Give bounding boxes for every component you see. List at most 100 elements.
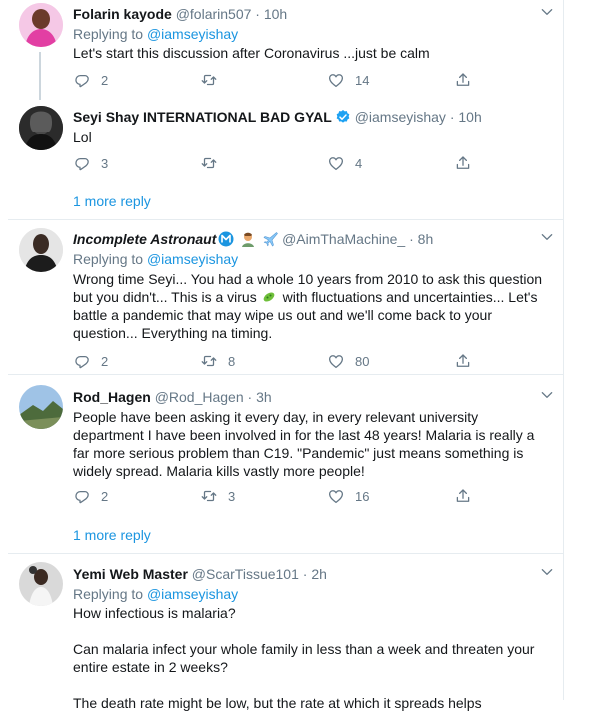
tweet-text-line: but you didn't... This is a virus	[73, 289, 257, 305]
tweet-text-line: question... Everything na timing.	[73, 325, 273, 341]
tweet-seyi-shay[interactable]: Seyi Shay INTERNATIONAL BAD GYAL @iamsey…	[8, 100, 563, 220]
reply-button[interactable]: 2	[73, 351, 108, 371]
timestamp[interactable]: 2h	[311, 566, 327, 582]
chevron-down-icon[interactable]	[539, 229, 555, 245]
like-button[interactable]: 16	[327, 486, 369, 506]
reply-button[interactable]: 2	[73, 70, 108, 90]
retweet-count: 3	[228, 488, 236, 504]
retweet-button[interactable]	[200, 70, 228, 90]
thread-line	[39, 52, 41, 100]
share-button[interactable]	[454, 486, 472, 506]
reply-icon	[73, 154, 91, 172]
reply-count: 2	[101, 353, 109, 369]
like-button[interactable]: 4	[327, 153, 362, 173]
reply-count: 2	[101, 72, 109, 88]
tweet-actions: 3 4	[73, 153, 493, 173]
tweet-text-line: Can malaria infect your whole family in …	[73, 641, 535, 657]
share-button[interactable]	[454, 70, 472, 90]
retweet-button[interactable]: 3	[200, 486, 235, 506]
show-more-replies-link[interactable]: 1 more reply	[73, 193, 151, 209]
timestamp[interactable]: 3h	[256, 389, 272, 405]
like-count: 14	[355, 72, 370, 88]
replying-to-label: Replying to	[73, 26, 144, 42]
replying-to-label: Replying to	[73, 586, 144, 602]
avatar[interactable]	[19, 3, 63, 47]
tweet-text-line: People have been asking it every day, in…	[73, 409, 479, 425]
like-icon	[327, 352, 345, 370]
replying-to-label: Replying to	[73, 251, 144, 267]
tweet-incomplete-astronaut[interactable]: Incomplete Astronaut @AimThaMachine_ · 8…	[8, 220, 563, 375]
airplane-emoji-icon	[263, 232, 279, 247]
retweet-button[interactable]	[200, 153, 228, 173]
reply-count: 2	[101, 488, 109, 504]
replying-to: Replying to @iamseyishay	[73, 25, 238, 43]
reply-icon	[73, 71, 91, 89]
letter-m-emoji-icon	[218, 231, 234, 247]
share-icon	[454, 487, 472, 505]
avatar[interactable]	[19, 562, 63, 606]
share-icon	[454, 71, 472, 89]
mention-link[interactable]: @iamseyishay	[147, 251, 238, 267]
separator-dot: ·	[449, 109, 455, 125]
author-handle[interactable]: @Rod_Hagen	[155, 389, 244, 405]
chevron-down-icon[interactable]	[539, 4, 555, 20]
chevron-down-icon[interactable]	[539, 387, 555, 403]
tweet-actions: 2 3 16	[73, 486, 493, 506]
author-name[interactable]: Folarin kayode	[73, 6, 172, 22]
tweet-text: People have been asking it every day, in…	[73, 408, 553, 480]
timestamp[interactable]: 8h	[418, 231, 434, 247]
tweet-text-line: Wrong time Seyi... You had a whole 10 ye…	[73, 271, 543, 287]
author-handle[interactable]: @folarin507	[176, 6, 252, 22]
tweet-text-line: entire estate in 2 weeks?	[73, 659, 228, 675]
author-name[interactable]: Seyi Shay INTERNATIONAL BAD GYAL	[73, 109, 332, 125]
chevron-down-icon[interactable]	[539, 564, 555, 580]
timestamp[interactable]: 10h	[458, 109, 481, 125]
like-icon	[327, 154, 345, 172]
replies-feed: Folarin kayode @folarin507 · 10h Replyin…	[8, 0, 564, 711]
tweet-rod-hagen[interactable]: Rod_Hagen @Rod_Hagen · 3h People have be…	[8, 375, 563, 550]
tweet-text-line: widely spread. Malaria kills vastly more…	[73, 463, 365, 479]
show-more-replies-link[interactable]: 1 more reply	[73, 527, 151, 543]
avatar[interactable]	[19, 385, 63, 429]
retweet-icon	[200, 487, 218, 505]
like-icon	[327, 487, 345, 505]
tweet-text-line: The death rate might be low, but the rat…	[73, 695, 482, 711]
mention-link[interactable]: @iamseyishay	[147, 586, 238, 602]
tweet-text: How infectious is malaria? Can malaria i…	[73, 604, 553, 712]
author-handle[interactable]: @AimThaMachine_	[282, 231, 405, 247]
tweet-yemi-web-master[interactable]: Yemi Web Master @ScarTissue101 · 2h Repl…	[8, 554, 563, 711]
avatar[interactable]	[19, 106, 63, 150]
tweet-text: Let's start this discussion after Corona…	[73, 44, 553, 62]
tweet-text-line: Lol	[73, 129, 92, 145]
author-handle[interactable]: @iamseyishay	[355, 109, 446, 125]
author-name[interactable]: Rod_Hagen	[73, 389, 151, 405]
tweet-folarin[interactable]: Folarin kayode @folarin507 · 10h Replyin…	[8, 0, 563, 100]
tweet-text-line: with fluctuations and uncertainties... L…	[278, 289, 538, 305]
retweet-button[interactable]: 8	[200, 351, 235, 371]
separator-dot: ·	[247, 389, 253, 405]
like-button[interactable]: 14	[327, 70, 369, 90]
mention-link[interactable]: @iamseyishay	[147, 26, 238, 42]
like-count: 80	[355, 353, 370, 369]
replying-to: Replying to @iamseyishay	[73, 585, 238, 603]
tweet-text: Wrong time Seyi... You had a whole 10 ye…	[73, 270, 553, 342]
avatar[interactable]	[19, 228, 63, 272]
reply-button[interactable]: 2	[73, 486, 108, 506]
share-button[interactable]	[454, 351, 472, 371]
separator-dot: ·	[409, 231, 414, 247]
timestamp[interactable]: 10h	[264, 6, 287, 22]
share-button[interactable]	[454, 153, 472, 173]
retweet-icon	[200, 154, 218, 172]
author-name[interactable]: Incomplete Astronaut	[73, 231, 216, 247]
separator-dot: ·	[255, 6, 260, 22]
verified-badge-icon	[336, 110, 350, 123]
tweet-actions: 2 14	[73, 70, 493, 90]
tweet-text-line: How infectious is malaria?	[73, 605, 236, 621]
like-button[interactable]: 80	[327, 351, 369, 371]
tweet-text-line: battle a pandemic that may wipe us out a…	[73, 307, 493, 323]
reply-button[interactable]: 3	[73, 153, 108, 173]
author-handle[interactable]: @ScarTissue101	[192, 566, 299, 582]
person-emoji-icon	[242, 232, 255, 247]
author-name[interactable]: Yemi Web Master	[73, 566, 188, 582]
tweet-actions: 2 8 80	[73, 351, 493, 371]
